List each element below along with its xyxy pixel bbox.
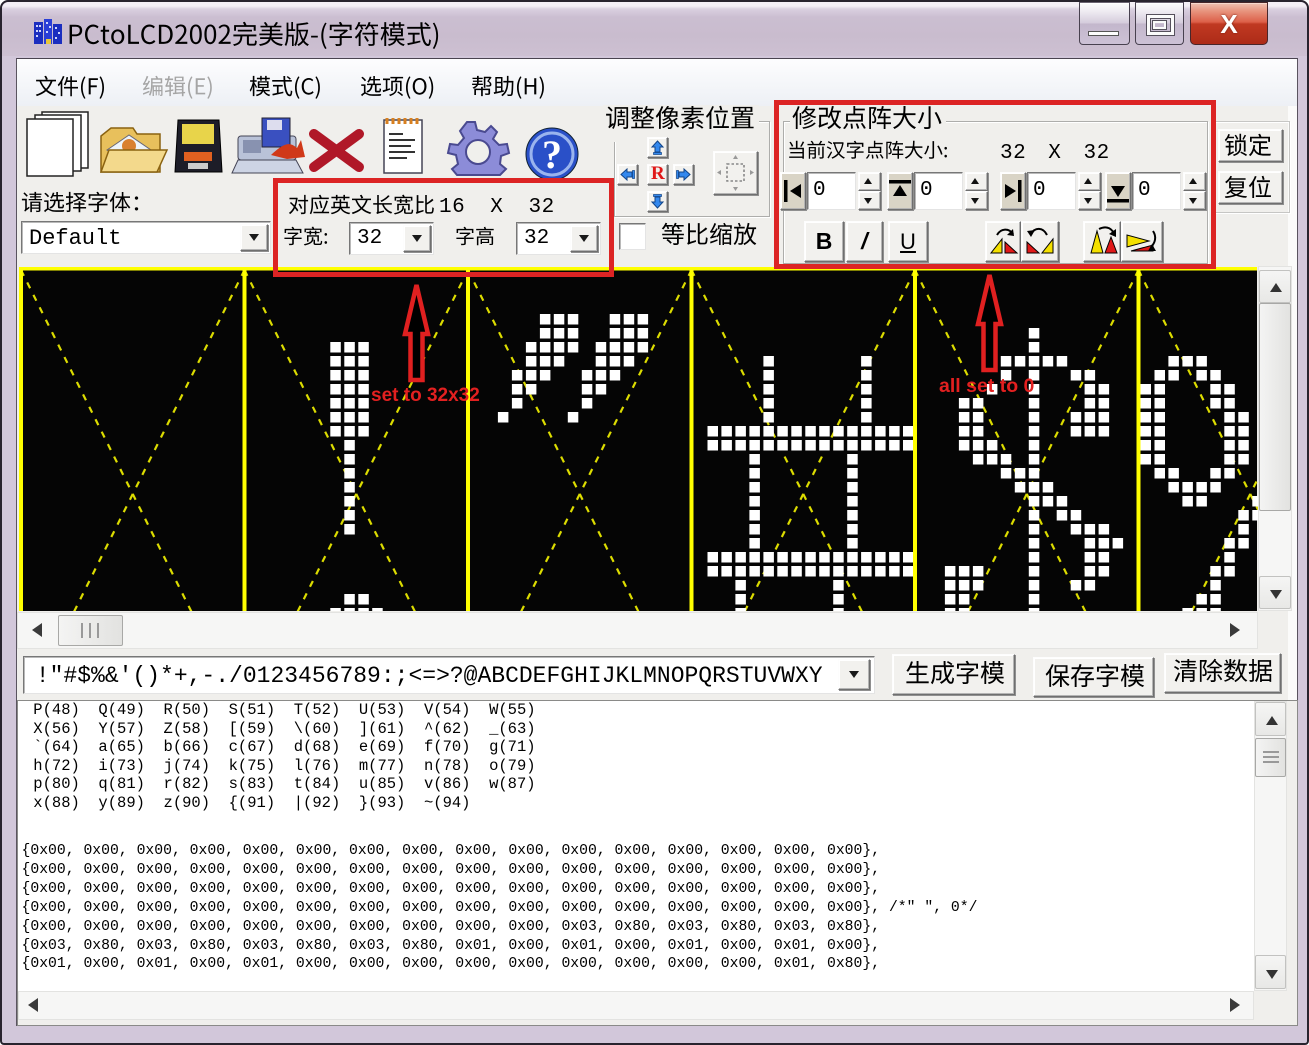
svg-text:?: ?	[542, 132, 562, 177]
